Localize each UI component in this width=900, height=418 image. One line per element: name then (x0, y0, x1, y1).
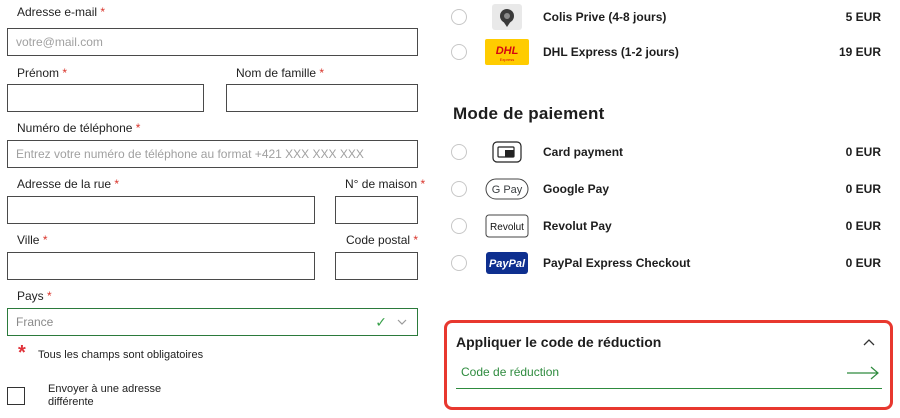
street-label: Adresse de la rue * (17, 177, 120, 191)
paypal-logo-text: PayPal (489, 258, 526, 270)
dhl-logo: DHL Express (485, 39, 529, 65)
phone-field[interactable]: Entrez votre numéro de téléphone au form… (7, 140, 418, 168)
chevron-up-icon[interactable] (862, 336, 876, 350)
different-address-label: Envoyer à une adresse différente (48, 383, 162, 408)
google-pay-logo-text: G Pay (492, 184, 523, 196)
first-name-label: Prénom * (17, 66, 68, 80)
last-name-label: Nom de famille * (236, 66, 325, 80)
payment-option-name: Google Pay (543, 182, 610, 196)
payment-radio[interactable] (451, 144, 467, 160)
shipping-radio[interactable] (451, 44, 467, 60)
required-note: Tous les champs sont obligatoires (38, 349, 204, 361)
shipping-option-price: 19 EUR (838, 45, 881, 59)
payment-option-google-pay[interactable]: G Pay Google Pay 0 EUR (451, 175, 881, 203)
first-name-field[interactable] (7, 84, 204, 112)
shipping-radio[interactable] (451, 9, 467, 25)
payment-option-price: 0 EUR (845, 145, 881, 159)
paypal-logo: PayPal (485, 250, 529, 276)
colis-prive-logo (485, 4, 529, 30)
payment-option-price: 0 EUR (845, 256, 881, 270)
chevron-down-icon (397, 319, 407, 325)
street-field[interactable] (7, 196, 315, 224)
required-asterisk-icon: * (18, 342, 26, 364)
arrow-right-icon[interactable] (846, 365, 880, 381)
shipping-option-colis-prive[interactable]: Colis Prive (4-8 jours) 5 EUR (451, 3, 881, 31)
shipping-option-dhl[interactable]: DHL Express DHL Express (1-2 jours) 19 E… (451, 38, 881, 66)
last-name-field[interactable] (226, 84, 418, 112)
payment-option-paypal[interactable]: PayPal PayPal Express Checkout 0 EUR (451, 249, 881, 277)
payment-option-price: 0 EUR (845, 182, 881, 196)
email-field[interactable]: votre@mail.com (7, 28, 418, 56)
postal-code-label: Code postal * (346, 233, 419, 247)
revolut-logo: Revolut (485, 213, 529, 239)
payment-option-name: Card payment (543, 145, 624, 159)
payment-radio[interactable] (451, 218, 467, 234)
different-address-checkbox[interactable] (7, 387, 25, 405)
shipping-option-name: DHL Express (1-2 jours) (543, 45, 679, 59)
promo-code-title[interactable]: Appliquer le code de réduction (456, 334, 661, 350)
payment-radio[interactable] (451, 255, 467, 271)
payment-option-revolut[interactable]: Revolut Revolut Pay 0 EUR (451, 212, 881, 240)
payment-section-title: Mode de paiement (453, 104, 605, 123)
payment-option-card[interactable]: Card payment 0 EUR (451, 138, 881, 166)
check-icon: ✓ (375, 314, 387, 330)
house-number-field[interactable] (335, 196, 418, 224)
email-label: Adresse e-mail * (17, 5, 106, 19)
city-field[interactable] (7, 252, 315, 280)
promo-code-input[interactable]: Code de réduction (461, 365, 559, 379)
card-icon (485, 139, 529, 165)
promo-code-panel: Appliquer le code de réduction Code de r… (444, 320, 893, 410)
google-pay-logo: G Pay (485, 176, 529, 202)
country-label: Pays * (17, 289, 52, 303)
shipping-option-price: 5 EUR (845, 10, 881, 24)
phone-label: Numéro de téléphone * (17, 121, 141, 135)
postal-code-field[interactable] (335, 252, 418, 280)
payment-option-price: 0 EUR (845, 219, 881, 233)
country-value: France (16, 315, 54, 329)
promo-code-underline (456, 388, 882, 389)
house-number-label: N° de maison * (345, 177, 426, 191)
shipping-option-name: Colis Prive (4-8 jours) (543, 10, 667, 24)
country-select[interactable]: France ✓ (7, 308, 418, 336)
payment-radio[interactable] (451, 181, 467, 197)
dhl-logo-text: DHL (496, 45, 519, 57)
payment-option-name: Revolut Pay (543, 219, 612, 233)
payment-option-name: PayPal Express Checkout (543, 256, 691, 270)
dhl-logo-subtext: Express (500, 57, 514, 62)
city-label: Ville * (17, 233, 48, 247)
revolut-logo-text: Revolut (490, 222, 524, 233)
